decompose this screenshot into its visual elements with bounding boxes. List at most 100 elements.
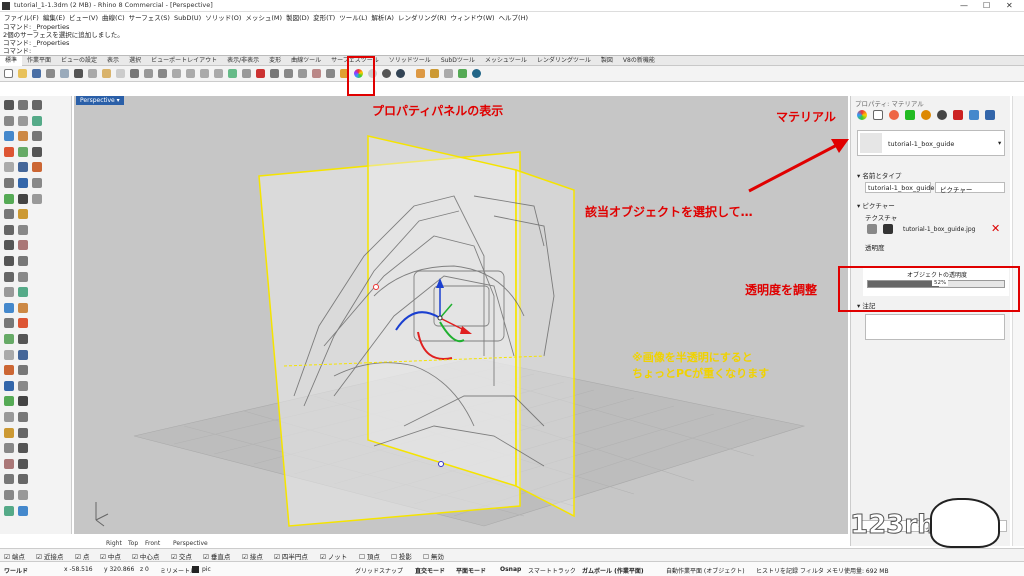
tool-icon[interactable] xyxy=(4,302,14,313)
tab-standard[interactable]: 標準 xyxy=(0,56,23,66)
cplane-indicator[interactable]: ワールド xyxy=(4,566,28,575)
tool-icon[interactable] xyxy=(18,318,28,329)
tool-icon[interactable] xyxy=(4,349,14,360)
osnap-checkbox[interactable]: ☑ 中心点 xyxy=(132,551,159,561)
undo-icon[interactable] xyxy=(130,69,139,78)
current-layer[interactable]: pic xyxy=(202,566,211,573)
rotate-view-icon[interactable] xyxy=(158,69,167,78)
auto-cplane-toggle[interactable]: 自動作業平面 (オブジェクト) xyxy=(666,566,745,575)
tool-icon[interactable] xyxy=(18,131,28,142)
viewport-title-tab[interactable]: Perspective ▾ xyxy=(76,96,124,105)
tool-icon[interactable] xyxy=(18,427,28,438)
tool-icon[interactable] xyxy=(32,193,42,204)
menu-drafting[interactable]: 製図(D) xyxy=(286,12,309,22)
tools-icon[interactable] xyxy=(430,69,439,78)
render-icon[interactable] xyxy=(396,69,405,78)
tool-icon[interactable] xyxy=(18,271,28,282)
planar-toggle[interactable]: 平面モード xyxy=(456,566,486,575)
tool-icon[interactable] xyxy=(32,131,42,142)
tool-icon[interactable] xyxy=(4,256,14,266)
tool-icon[interactable] xyxy=(4,365,14,376)
tool-icon[interactable] xyxy=(4,458,14,469)
control-point[interactable] xyxy=(373,284,379,290)
perspective-viewport[interactable]: Perspective ▾ xyxy=(74,96,848,534)
cut-icon[interactable] xyxy=(74,69,83,78)
texture-phone-icon[interactable] xyxy=(883,224,893,234)
lock-icon[interactable] xyxy=(298,69,307,78)
tool-icon[interactable] xyxy=(32,162,42,173)
environment-icon[interactable] xyxy=(921,110,931,120)
tool-icon[interactable] xyxy=(18,209,28,220)
osnap-checkbox[interactable]: ☑ 中点 xyxy=(100,551,121,561)
tab-viewport-layout[interactable]: ビューポートレイアウト xyxy=(146,56,222,66)
tool-icon[interactable] xyxy=(18,224,28,235)
smarttrack-toggle[interactable]: スマートトラック xyxy=(528,566,576,575)
tool-icon[interactable] xyxy=(18,505,28,516)
zoom-extents-icon[interactable] xyxy=(200,69,209,78)
tab-mesh-tools[interactable]: メッシュツール xyxy=(480,56,532,66)
zoom-icon[interactable] xyxy=(172,69,181,78)
cplane-icon[interactable] xyxy=(242,69,251,78)
decal-icon[interactable] xyxy=(889,110,899,120)
osnap-checkbox[interactable]: ☑ 点 xyxy=(75,551,89,561)
wrench-icon[interactable] xyxy=(444,69,453,78)
tool-icon[interactable] xyxy=(4,287,14,298)
osnap-checkbox[interactable]: ☑ ノット xyxy=(320,551,347,561)
viewport-tab-top[interactable]: Top xyxy=(128,540,138,547)
menu-transform[interactable]: 変形(T) xyxy=(313,12,335,22)
tool-icon[interactable] xyxy=(18,412,28,422)
osnap-checkbox[interactable]: ☑ 近接点 xyxy=(36,551,63,561)
tool-icon[interactable] xyxy=(32,100,42,110)
ortho-toggle[interactable]: 直交モード xyxy=(415,566,445,575)
zoom-window-icon[interactable] xyxy=(186,69,195,78)
section-name-type[interactable]: ▾ 名前とタイプ xyxy=(857,170,901,180)
tab-display[interactable]: 表示 xyxy=(102,56,124,66)
tab-solid-tools[interactable]: ソリッドツール xyxy=(384,56,436,66)
osnap-checkbox[interactable]: ☑ 端点 xyxy=(4,551,25,561)
menu-analyze[interactable]: 解析(A) xyxy=(371,12,394,22)
menu-tools[interactable]: ツール(L) xyxy=(339,12,367,22)
tool-icon[interactable] xyxy=(4,443,14,454)
tool-icon[interactable] xyxy=(32,115,42,126)
tab-render-tools[interactable]: レンダリングツール xyxy=(532,56,596,66)
tool-icon[interactable] xyxy=(18,474,28,485)
shadow-icon[interactable] xyxy=(937,110,947,120)
filter-toggle[interactable]: フィルタ xyxy=(800,566,824,575)
tab-subd-tools[interactable]: SubDツール xyxy=(436,56,480,66)
four-viewports-icon[interactable] xyxy=(228,69,237,78)
zoom-selected-icon[interactable] xyxy=(214,69,223,78)
notes-textarea[interactable] xyxy=(865,314,1005,340)
close-icon[interactable]: ✕ xyxy=(1006,1,1013,10)
tool-icon[interactable] xyxy=(18,302,28,313)
osnap-checkbox[interactable]: ☐ 無効 xyxy=(423,551,444,561)
tab-new-in-v8[interactable]: V8の新機能 xyxy=(618,56,660,66)
osnap-checkbox[interactable]: ☑ 接点 xyxy=(242,551,263,561)
print-icon[interactable] xyxy=(46,69,55,78)
tool-icon[interactable] xyxy=(4,380,14,391)
tool-icon[interactable] xyxy=(4,193,14,204)
tool-icon[interactable] xyxy=(18,178,28,188)
tool-icon[interactable] xyxy=(18,490,28,500)
tab-select[interactable]: 選択 xyxy=(124,56,146,66)
tool-icon[interactable] xyxy=(18,100,28,110)
tab-visibility[interactable]: 表示/非表示 xyxy=(222,56,264,66)
tool-icon[interactable] xyxy=(18,396,28,407)
copy-icon[interactable] xyxy=(88,69,97,78)
tab-curve-tools[interactable]: 曲線ツール xyxy=(286,56,326,66)
history-toggle[interactable]: ヒストリを記録 xyxy=(756,566,798,575)
hide-icon[interactable] xyxy=(270,69,279,78)
grid-snap-toggle[interactable]: グリッドスナップ xyxy=(355,566,403,575)
tool-icon[interactable] xyxy=(18,146,28,157)
options-icon[interactable] xyxy=(416,69,425,78)
osnap-toggle[interactable]: Osnap xyxy=(500,566,521,573)
tool-icon[interactable] xyxy=(18,256,28,266)
texture-slot-icon[interactable] xyxy=(867,224,877,234)
tool-icon[interactable] xyxy=(4,490,14,500)
osnap-checkbox[interactable]: ☑ 四半円点 xyxy=(274,551,308,561)
menu-curve[interactable]: 曲線(C) xyxy=(102,12,125,22)
command-prompt[interactable]: コマンド: xyxy=(0,47,1024,55)
section-picture[interactable]: ▾ ピクチャー xyxy=(857,200,895,210)
material-tab-icon[interactable] xyxy=(873,110,883,120)
menu-view[interactable]: ビュー(V) xyxy=(69,12,98,22)
pan-icon[interactable] xyxy=(144,69,153,78)
